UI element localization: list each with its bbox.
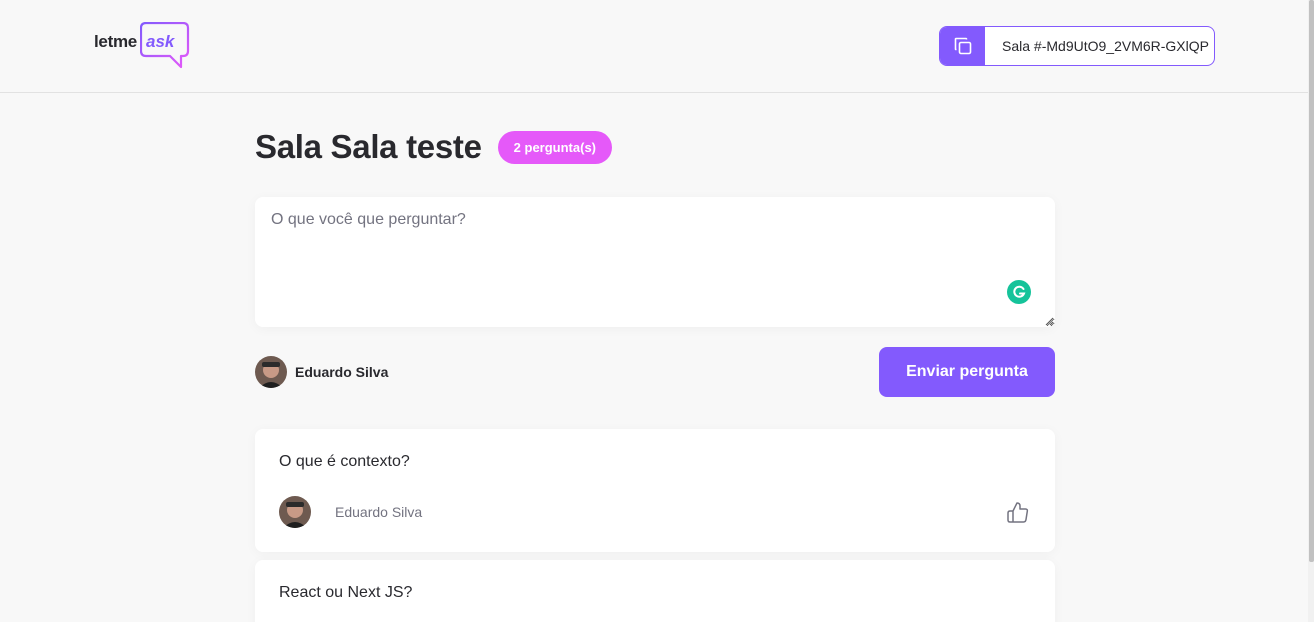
question-card: React ou Next JS?: [255, 560, 1055, 622]
page: letme ask Sala #-Md9UtO9_2VM6R-GXlQP Sal…: [0, 0, 1314, 622]
user-name: Eduardo Silva: [295, 364, 389, 380]
question-textarea[interactable]: [255, 197, 1055, 327]
question-author: Eduardo Silva: [279, 496, 422, 528]
avatar: [279, 496, 311, 528]
question-count-badge: 2 pergunta(s): [497, 130, 612, 164]
page-title: Sala Sala teste: [255, 128, 482, 165]
title-row: Sala Sala teste 2 pergunta(s): [255, 128, 612, 166]
scrollbar[interactable]: [1308, 0, 1314, 622]
question-author-name: Eduardo Silva: [335, 504, 423, 520]
room-code-text: Sala #-Md9UtO9_2VM6R-GXlQP: [1002, 38, 1209, 54]
copy-icon: [954, 37, 971, 55]
grammarly-icon[interactable]: [1007, 280, 1031, 304]
question-content: O que é contexto?: [279, 453, 410, 470]
avatar: [255, 356, 287, 388]
send-question-button[interactable]: Enviar pergunta: [879, 347, 1055, 397]
header: letme ask Sala #-Md9UtO9_2VM6R-GXlQP: [0, 0, 1314, 93]
scrollbar-thumb[interactable]: [1309, 0, 1314, 562]
logo-text-letme: letme: [94, 32, 137, 51]
copy-room-code-button[interactable]: Sala #-Md9UtO9_2VM6R-GXlQP: [939, 26, 1215, 66]
question-form: [255, 197, 1055, 327]
question-card: O que é contexto? Eduardo Silva: [255, 429, 1055, 552]
logo-text-ask: ask: [146, 32, 175, 51]
form-footer: Eduardo Silva Enviar pergunta: [255, 347, 1055, 397]
question-content: React ou Next JS?: [279, 584, 413, 601]
letmeask-logo[interactable]: letme ask: [94, 22, 190, 70]
resize-handle-icon[interactable]: [1045, 317, 1054, 326]
like-button[interactable]: [1005, 500, 1031, 526]
user-info: Eduardo Silva: [255, 356, 388, 388]
thumbs-up-icon: [1007, 502, 1029, 523]
question-footer: Eduardo Silva: [279, 496, 1031, 528]
copy-icon-box: [940, 27, 985, 65]
